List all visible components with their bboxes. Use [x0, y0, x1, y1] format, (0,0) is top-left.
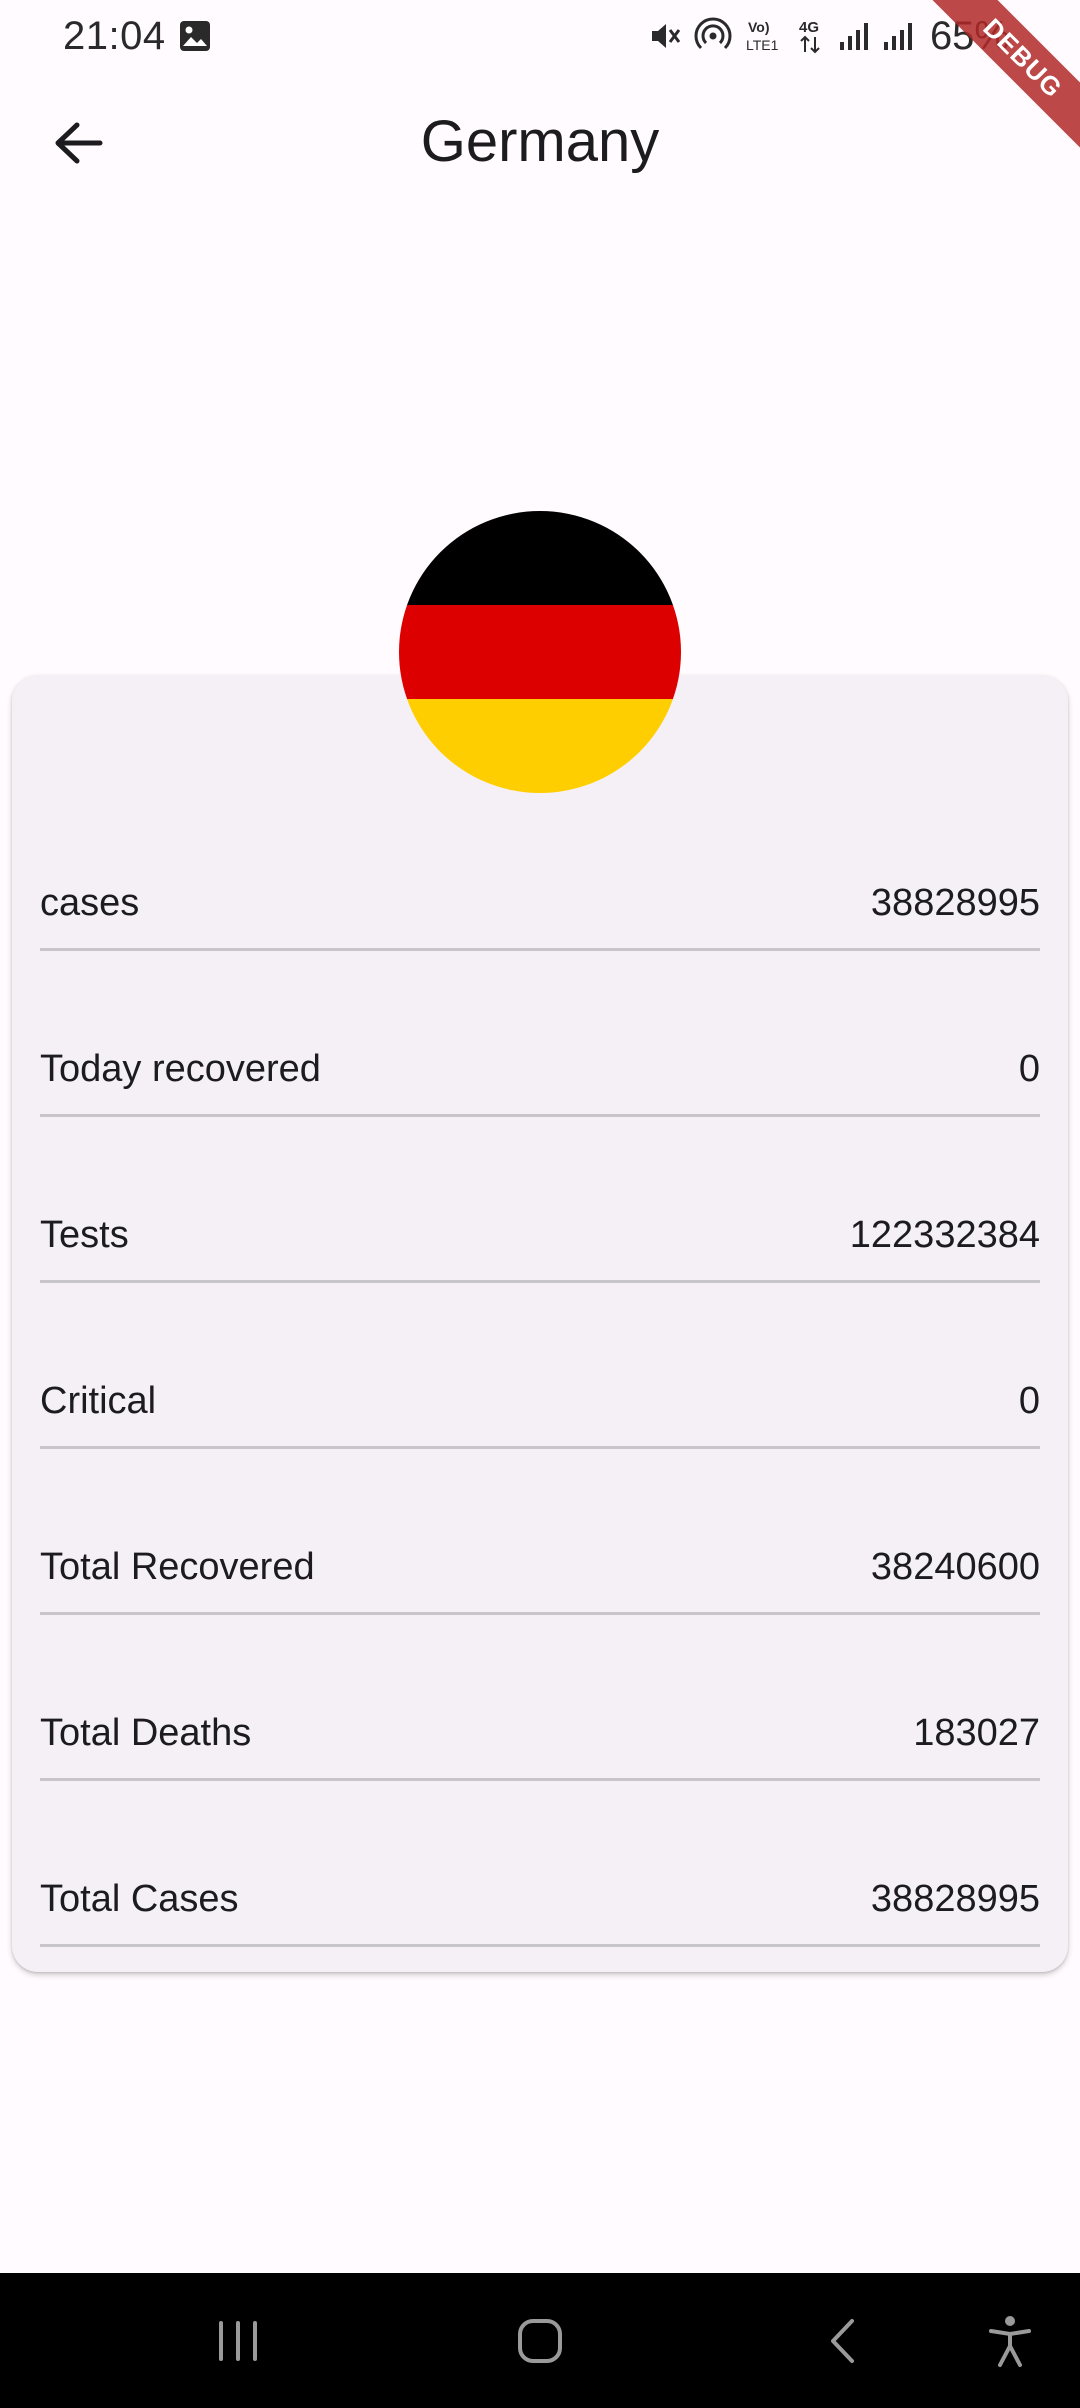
app-bar: Germany: [0, 72, 1080, 212]
accessibility-icon: [989, 2315, 1031, 2367]
stat-label: Critical: [40, 1380, 157, 1422]
screen: 21:04 Vo) LTE1 4G DEBUG Germany cases 38…: [0, 0, 1080, 2408]
stat-label: Total Recovered: [40, 1546, 315, 1588]
stat-value: 0: [1018, 1048, 1040, 1090]
svg-text:4G: 4G: [799, 19, 819, 36]
svg-text:Vo): Vo): [748, 19, 770, 35]
system-nav-bar: [0, 2273, 1080, 2408]
stat-label: Total Deaths: [40, 1712, 252, 1754]
stat-row-total-recovered: Total Recovered 38240600: [40, 1449, 1040, 1615]
signal-icon: [838, 20, 870, 52]
gallery-icon: [178, 19, 212, 53]
stat-row-total-cases: Total Cases 38828995: [40, 1781, 1040, 1947]
4g-icon: 4G: [796, 17, 826, 55]
stat-value: 183027: [913, 1712, 1040, 1754]
recent-apps-button[interactable]: [178, 2273, 298, 2408]
svg-text:LTE1: LTE1: [746, 37, 779, 53]
country-flag-avatar: [399, 511, 681, 793]
flag-stripe-middle: [399, 605, 681, 699]
stat-value: 122332384: [849, 1214, 1040, 1256]
status-time: 21:04: [63, 14, 166, 58]
nav-back-button[interactable]: [782, 2273, 902, 2408]
stat-label: Tests: [40, 1214, 129, 1256]
volte-icon: Vo) LTE1: [744, 17, 784, 55]
page-title: Germany: [420, 109, 660, 174]
stat-row-tests: Tests 122332384: [40, 1117, 1040, 1283]
stat-row-today-recovered: Today recovered 0: [40, 951, 1040, 1117]
stat-row-total-deaths: Total Deaths 183027: [40, 1615, 1040, 1781]
mute-icon: [648, 19, 682, 53]
signal-icon: [882, 20, 914, 52]
stat-row-cases: cases 38828995: [40, 785, 1040, 951]
status-bar: 21:04 Vo) LTE1 4G: [0, 0, 1080, 72]
hotspot-icon: [694, 17, 732, 55]
recent-apps-icon: [219, 2320, 257, 2361]
stat-value: 38240600: [870, 1546, 1040, 1588]
stat-label: cases: [40, 882, 140, 924]
stat-value: 0: [1018, 1380, 1040, 1422]
stat-value: 38828995: [870, 1878, 1040, 1920]
accessibility-button[interactable]: [950, 2273, 1070, 2408]
stat-row-critical: Critical 0: [40, 1283, 1040, 1449]
stat-value: 38828995: [870, 882, 1040, 924]
back-icon: [831, 2318, 854, 2363]
stats-card: cases 38828995 Today recovered 0 Tests 1…: [12, 675, 1068, 1972]
home-icon: [518, 2318, 562, 2363]
stat-label: Total Cases: [40, 1878, 239, 1920]
home-button[interactable]: [480, 2273, 600, 2408]
stat-label: Today recovered: [40, 1048, 321, 1090]
flag-stripe-top: [399, 511, 681, 605]
